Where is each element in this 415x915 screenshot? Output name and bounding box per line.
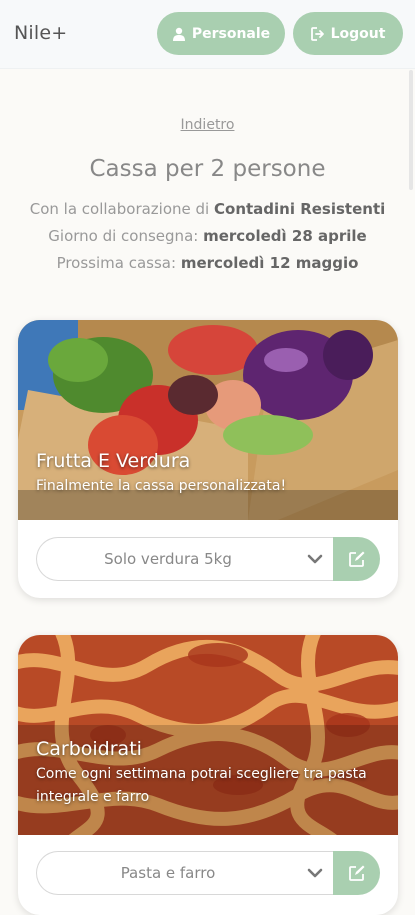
- card-subtitle: Finalmente la cassa personalizzata!: [36, 478, 287, 494]
- selected-option: Solo verdura 5kg: [104, 550, 232, 568]
- next-prefix: Prossima cassa:: [56, 254, 177, 272]
- chevron-down-icon: [307, 554, 323, 564]
- edit-button[interactable]: [333, 537, 380, 581]
- logout-button[interactable]: Logout: [293, 12, 403, 55]
- navbar: Nile+ Personale Logout: [0, 0, 415, 69]
- card-caption: Carboidrati Come ogni settimana potrai s…: [36, 738, 386, 809]
- next-date: mercoledì 12 maggio: [180, 254, 359, 272]
- delivery-prefix: Giorno di consegna:: [48, 227, 199, 245]
- delivery-line: Giorno di consegna: mercoledì 28 aprile: [0, 227, 415, 245]
- collab-name: Contadini Resistenti: [214, 200, 386, 218]
- collab-prefix: Con la collaborazione di: [29, 200, 210, 218]
- option-row: Pasta e farro: [36, 851, 380, 895]
- sign-out-icon: [310, 26, 324, 41]
- selected-option: Pasta e farro: [120, 864, 216, 882]
- product-card-carboidrati: Carboidrati Come ogni settimana potrai s…: [18, 635, 398, 915]
- logout-label: Logout: [330, 25, 386, 42]
- option-select[interactable]: Pasta e farro: [36, 851, 333, 895]
- edit-icon: [348, 551, 364, 567]
- card-caption: Frutta E Verdura Finalmente la cassa per…: [36, 450, 386, 498]
- card-title: Carboidrati: [36, 738, 142, 760]
- brand-logo[interactable]: Nile+: [14, 22, 67, 44]
- delivery-date: mercoledì 28 aprile: [203, 227, 367, 245]
- option-row: Solo verdura 5kg: [36, 537, 380, 581]
- next-box-line: Prossima cassa: mercoledì 12 maggio: [0, 254, 415, 272]
- back-link[interactable]: Indietro: [0, 117, 415, 133]
- product-card-frutta-verdura: Frutta E Verdura Finalmente la cassa per…: [18, 320, 398, 598]
- edit-button[interactable]: [333, 851, 380, 895]
- personale-button[interactable]: Personale: [157, 12, 285, 55]
- edit-icon: [348, 865, 364, 881]
- chevron-down-icon: [307, 868, 323, 878]
- card-title: Frutta E Verdura: [36, 450, 191, 472]
- personale-label: Personale: [191, 25, 271, 42]
- card-subtitle: Come ogni settimana potrai scegliere tra…: [36, 766, 367, 805]
- option-select[interactable]: Solo verdura 5kg: [36, 537, 333, 581]
- user-icon: [172, 27, 185, 41]
- collaboration-line: Con la collaborazione di Contadini Resis…: [0, 200, 415, 218]
- page-title: Cassa per 2 persone: [89, 156, 326, 182]
